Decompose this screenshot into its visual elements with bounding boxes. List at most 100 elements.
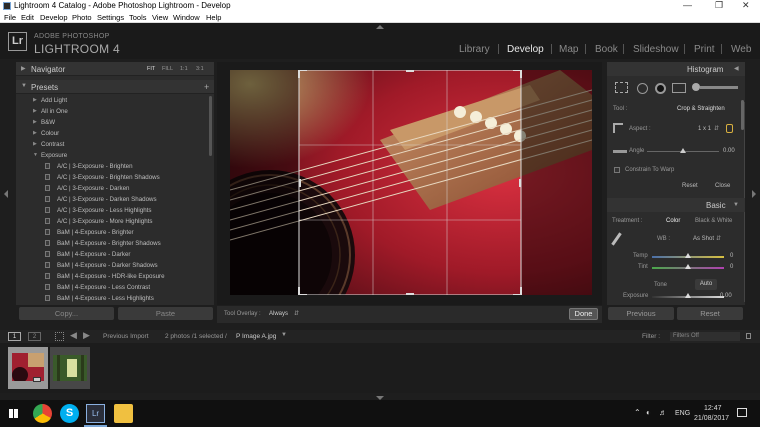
previous-button[interactable]: Previous (608, 307, 674, 320)
brush-slider[interactable] (700, 86, 738, 89)
preset-item[interactable]: BaM | 4-Exposure - Darker Shadows (16, 260, 214, 271)
navigator-header[interactable]: ▶ Navigator FIT FILL 1:1 3:1 (16, 62, 214, 76)
crop-close-button[interactable]: Close (715, 183, 730, 189)
collapse-left-icon[interactable] (4, 190, 8, 198)
preset-item[interactable]: BaM | 4-Exposure - Darker (16, 249, 214, 260)
menu-help[interactable]: Help (206, 13, 221, 22)
selected-filename[interactable]: P Image A.jpg (236, 333, 276, 340)
crop-tool-icon[interactable] (615, 82, 628, 93)
preset-folder-add-light[interactable]: ▶ Add Light (16, 95, 214, 106)
preset-folder-all-in-one[interactable]: ▶ All in One (16, 106, 214, 117)
zoom-fill[interactable]: FILL (162, 66, 173, 72)
chevron-updown-icon[interactable]: ⇵ (294, 310, 299, 317)
menu-window[interactable]: Window (173, 13, 200, 22)
chevron-up-icon[interactable]: ⌃ (634, 408, 641, 417)
preset-folder-contrast[interactable]: ▶ Contrast (16, 139, 214, 150)
paste-button[interactable]: Paste (118, 307, 213, 320)
exposure-slider-thumb[interactable] (685, 293, 691, 298)
module-map[interactable]: Map (559, 44, 578, 55)
crop-frame-icon[interactable] (613, 123, 623, 133)
straighten-tool-icon[interactable] (613, 150, 627, 153)
adjustment-brush-icon[interactable] (692, 83, 700, 91)
tint-value[interactable]: 0 (730, 264, 733, 270)
module-print[interactable]: Print (694, 44, 715, 55)
temp-value[interactable]: 0 (730, 253, 733, 259)
lightroom-taskbar-icon[interactable]: Lr (86, 404, 105, 423)
module-library[interactable]: Library (459, 44, 490, 55)
module-book[interactable]: Book (595, 44, 618, 55)
wb-select[interactable]: As Shot (693, 236, 714, 242)
thumbnail-cell[interactable] (50, 347, 90, 389)
preset-folder-bw[interactable]: ▶ B&W (16, 117, 214, 128)
angle-slider-thumb[interactable] (680, 148, 686, 153)
temp-slider-thumb[interactable] (685, 253, 691, 258)
windows-start-icon[interactable] (9, 409, 18, 418)
menu-settings[interactable]: Settings (97, 13, 124, 22)
lock-icon[interactable] (726, 124, 733, 133)
thumbnail-cell[interactable] (8, 347, 48, 389)
treatment-bw[interactable]: Black & White (695, 218, 732, 224)
module-web[interactable]: Web (731, 44, 751, 55)
histogram-header[interactable]: Histogram ◀ (607, 62, 745, 76)
minimize-icon[interactable]: — (683, 0, 692, 10)
zoom-1-1[interactable]: 1:1 (180, 66, 188, 72)
angle-slider[interactable] (647, 148, 719, 153)
zoom-fit[interactable]: FIT (147, 66, 155, 72)
add-preset-icon[interactable]: + (204, 82, 209, 92)
collapse-right-icon[interactable] (752, 190, 756, 198)
preset-item[interactable]: BaM | 4-Exposure - Brighter (16, 227, 214, 238)
action-center-icon[interactable] (737, 408, 747, 417)
menu-develop[interactable]: Develop (40, 13, 68, 22)
module-slideshow[interactable]: Slideshow (633, 44, 679, 55)
clock-date[interactable]: 21/08/2017 (694, 415, 729, 422)
eyedropper-icon[interactable] (611, 232, 622, 246)
preset-folder-exposure[interactable]: ▼ Exposure (16, 150, 214, 161)
clock-time[interactable]: 12:47 (704, 405, 722, 412)
preset-item[interactable]: A/C | 3-Exposure - Darken Shadows (16, 194, 214, 205)
chevron-updown-icon[interactable]: ⇵ (716, 235, 721, 242)
close-icon[interactable]: ✕ (742, 0, 750, 11)
preset-item[interactable]: BaM | 4-Exposure - Brighter Shadows (16, 238, 214, 249)
presets-scrollbar[interactable] (209, 96, 212, 156)
source-label[interactable]: Previous Import (103, 333, 149, 340)
preset-item[interactable]: A/C | 3-Exposure - Brighten (16, 161, 214, 172)
file-explorer-icon[interactable] (114, 404, 133, 423)
right-scrollbar[interactable] (741, 100, 744, 130)
graduated-filter-icon[interactable] (672, 83, 686, 93)
volume-icon[interactable]: ♬ (659, 408, 667, 417)
presets-header[interactable]: ▼ Presets + (16, 80, 214, 94)
chevron-updown-icon[interactable]: ⇵ (714, 125, 719, 132)
reset-button[interactable]: Reset (677, 307, 743, 320)
menu-view[interactable]: View (152, 13, 168, 22)
auto-tone-button[interactable]: Auto (695, 279, 717, 290)
tint-slider-thumb[interactable] (685, 264, 691, 269)
maximize-icon[interactable]: ❐ (715, 0, 723, 11)
angle-value[interactable]: 0.00 (723, 148, 735, 154)
lock-icon[interactable] (746, 333, 751, 339)
preset-item[interactable]: BaM | 4-Exposure - HDR-like Exposure (16, 271, 214, 282)
grid-view-icon[interactable] (55, 332, 64, 341)
copy-button[interactable]: Copy... (19, 307, 114, 320)
zoom-3-1[interactable]: 3:1 (196, 66, 204, 72)
view-2-button[interactable]: 2 (28, 332, 41, 341)
tint-slider[interactable] (652, 264, 724, 269)
spot-removal-icon[interactable] (637, 83, 648, 94)
preset-item[interactable]: A/C | 3-Exposure - More Highlights (16, 216, 214, 227)
redeye-icon[interactable] (655, 83, 666, 94)
done-button[interactable]: Done (569, 308, 598, 320)
back-arrow-icon[interactable]: ◀ (70, 330, 77, 341)
language-indicator[interactable]: ENG (675, 410, 690, 417)
preset-item[interactable]: BaM | 4-Exposure - Less Contrast (16, 282, 214, 293)
treatment-color[interactable]: Color (666, 218, 680, 224)
module-develop[interactable]: Develop (507, 44, 544, 55)
photo-preview[interactable] (230, 70, 592, 295)
constrain-checkbox[interactable] (614, 167, 620, 173)
view-1-button[interactable]: 1 (8, 332, 21, 341)
menu-file[interactable]: File (4, 13, 16, 22)
chevron-down-icon[interactable]: ▼ (281, 332, 287, 338)
preset-item[interactable]: A/C | 3-Exposure - Darken (16, 183, 214, 194)
preset-item[interactable]: A/C | 3-Exposure - Less Highlights (16, 205, 214, 216)
exposure-slider[interactable] (652, 293, 724, 298)
basic-header[interactable]: Basic ▼ (607, 198, 745, 212)
temp-slider[interactable] (652, 253, 724, 258)
